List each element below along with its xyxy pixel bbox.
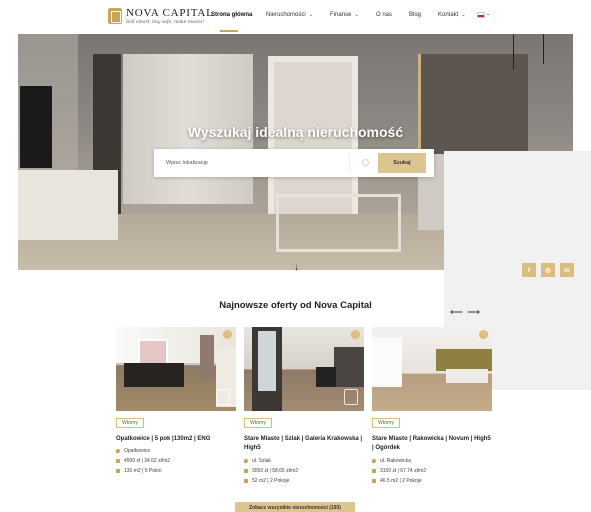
section-title: Najnowsze oferty od Nova Capital [219,300,372,311]
chevron-down-icon: ⌄ [308,12,313,18]
listing-size: 46.5 m2 | 2 Pokoje [372,478,422,484]
logo-tagline: Sell smart, buy safe, make moves! [126,20,205,25]
location-pin-icon [116,448,120,453]
market-badge: Wtórny [244,418,272,428]
chevron-down-icon[interactable]: ⌄ [486,11,490,17]
hero-shelves [418,54,528,164]
listing-image[interactable]: ♡ [372,327,492,411]
size-text: 130 m2 | 5 Pokoi [124,468,162,474]
location-text: ul. Rakowicka [380,458,411,464]
price-icon [116,458,120,463]
listing-location: Opatkowice [116,448,150,454]
market-badge: Wtórny [116,418,144,428]
price-icon [372,468,376,473]
price-text: 4500 zł | 34.62 zł/m2 [124,458,171,464]
facebook-icon[interactable]: f [522,263,536,277]
nav-o-nas[interactable]: O nas [376,12,392,18]
listing-price: 3050 zł | 58.65 zł/m2 [244,468,298,474]
price-text: 3150 zł | 67.74 zł/m2 [380,468,427,474]
search-box: Szukaj [154,149,434,177]
nav-label: Blog [409,12,422,18]
listing-price: 3150 zł | 67.74 zł/m2 [372,468,426,474]
hero-pendant-light [543,34,544,64]
hero-pendant-light [513,34,514,70]
logo-mark-icon [108,8,122,24]
slider-prev-icon[interactable]: ⟵ [450,307,463,318]
logo[interactable]: NOVA CAPITAL Sell smart, buy safe, make … [108,6,213,28]
market-badge: Wtórny [372,418,400,428]
listing-image[interactable]: ♡ [244,327,364,411]
bookmark-icon[interactable]: ♡ [223,330,232,339]
watermark-logo-icon [216,389,230,405]
listing-title[interactable]: Opatkowice | 5 pok |130m2 | ENG [116,435,238,444]
nav-label: Strona główna [211,12,253,18]
nav-finanse[interactable]: Finanse ⌄ [330,12,359,18]
hero-title: Wyszukaj idealną nieruchomość [187,124,404,140]
area-icon [372,478,376,483]
bookmark-icon[interactable]: ♡ [351,330,360,339]
price-text: 3050 zł | 58.65 zł/m2 [252,468,299,474]
listing-card[interactable]: ♡ Wtórny Opatkowice | 5 pok |130m2 | ENG… [116,327,236,497]
listing-card[interactable]: ♡ Wtórny Stare Miasto | Szlak | Galeria … [244,327,364,497]
size-text: 52 m2 | 2 Pokoje [252,478,290,484]
price-icon [244,468,248,473]
hero-cabinet [18,170,118,240]
chevron-down-icon: ⌄ [354,12,359,18]
nav-label: Nieruchomości [266,12,306,18]
slider-next-icon[interactable]: ⟶ [467,307,480,318]
location-pin-icon [372,458,376,463]
watermark-logo-icon [344,389,358,405]
listing-location: ul. Rakowicka [372,458,411,464]
instagram-icon[interactable]: ◎ [541,263,555,277]
chevron-down-icon: ⌄ [461,12,466,18]
hero-table [276,194,401,252]
area-icon [116,468,120,473]
area-icon [244,478,248,483]
location-text: Opatkowice [124,448,151,454]
listing-title[interactable]: Stare Miasto | Szlak | Galeria Krakowska… [244,435,366,453]
search-button[interactable]: Szukaj [378,153,426,173]
linkedin-icon[interactable]: in [560,263,574,277]
arrow-down-icon[interactable]: ↓ [294,262,299,273]
listing-size: 130 m2 | 5 Pokoi [116,468,161,474]
nav-nieruchomosci[interactable]: Nieruchomości ⌄ [266,12,313,18]
location-pin-icon [244,458,248,463]
size-text: 46.5 m2 | 2 Pokoje [380,478,422,484]
listing-location: ul. Szlak [244,458,271,464]
nav-label: O nas [376,12,393,18]
listing-price: 4500 zł | 34.62 zł/m2 [116,458,170,464]
polish-flag-icon[interactable] [477,12,485,18]
nav-active-indicator [220,30,238,32]
listing-image[interactable]: ♡ [116,327,236,411]
nav-kontakt[interactable]: Kontakt ⌄ [438,12,466,18]
listing-size: 52 m2 | 2 Pokoje [244,478,289,484]
nav-blog[interactable]: Blog [409,12,421,18]
logo-name: NOVA CAPITAL [126,7,214,19]
nav-label: Finanse [330,12,352,18]
nav-strona-glowna[interactable]: Strona główna [211,12,252,18]
view-all-listings-button[interactable]: Zobacz wszystkie nieruchomości (193) [235,502,355,512]
location-text: ul. Szlak [252,458,271,464]
nav-label: Kontakt [438,12,459,18]
search-input[interactable] [160,154,350,172]
listing-card[interactable]: ♡ Wtórny Stare Miasto | Rakowicka | Novu… [372,327,492,497]
site-header: NOVA CAPITAL Sell smart, buy safe, make … [0,0,591,34]
locate-icon[interactable] [362,159,369,166]
bookmark-icon[interactable]: ♡ [479,330,488,339]
listing-title[interactable]: Stare Miasto | Rakowicka | Novum | High5… [372,435,494,453]
